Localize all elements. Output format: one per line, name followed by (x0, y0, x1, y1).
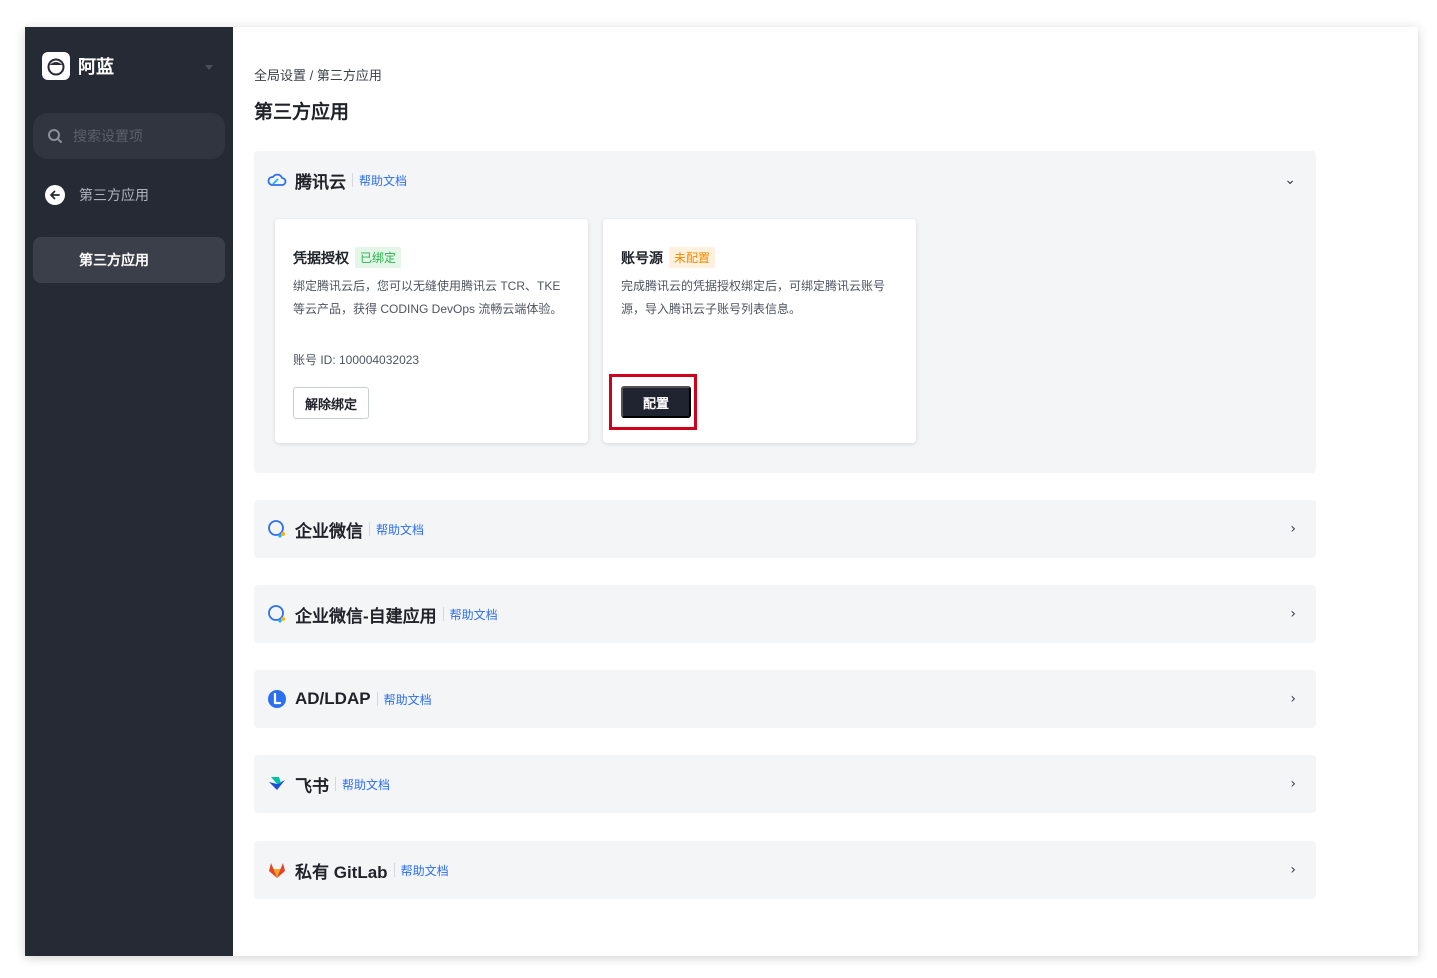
sidebar-item-third-party-apps[interactable]: 第三方应用 (33, 237, 225, 283)
panel-feishu[interactable]: 飞书 帮助文档 › (254, 755, 1316, 813)
unbind-button[interactable]: 解除绑定 (293, 387, 370, 419)
feishu-icon (269, 777, 285, 790)
status-badge: 未配置 (669, 247, 716, 268)
divider (335, 777, 336, 791)
configure-button[interactable]: 配置 (621, 386, 692, 418)
panel-title: 私有 GitLab (295, 862, 388, 882)
card-description: 完成腾讯云的凭据授权绑定后，可绑定腾讯云账号源，导入腾讯云子账号列表信息。 (621, 279, 886, 316)
sidebar: 阿蓝 搜索设置项 第三方应用 第三方应用 (25, 27, 233, 956)
help-doc-link[interactable]: 帮助文档 (384, 691, 432, 708)
chevron-right-icon[interactable]: › (1290, 691, 1296, 707)
chevron-down-icon[interactable]: ⌄ (1284, 172, 1296, 188)
panel-header-gitlab[interactable]: 私有 GitLab 帮助文档 › (254, 841, 1316, 899)
help-doc-link[interactable]: 帮助文档 (401, 862, 449, 879)
panel-tencent-cloud: 腾讯云 帮助文档 ⌄ 凭据授权 已绑定 绑定腾讯云后，您可以无缝使用腾讯云 TC… (254, 151, 1316, 473)
help-doc-link[interactable]: 帮助文档 (450, 606, 498, 623)
status-badge: 已绑定 (355, 247, 402, 268)
card-title: 账号源 (621, 249, 663, 266)
back-arrow-icon (45, 185, 65, 205)
panel-wecom[interactable]: 企业微信 帮助文档 › (254, 500, 1316, 558)
panel-title: 企业微信-自建应用 (295, 606, 437, 626)
panel-gitlab[interactable]: 私有 GitLab 帮助文档 › (254, 841, 1316, 899)
panel-header-tencent-cloud[interactable]: 腾讯云 帮助文档 ⌄ (254, 151, 1316, 209)
panel-title: 企业微信 (295, 521, 363, 541)
divider (369, 522, 370, 536)
panel-wecom-selfbuilt[interactable]: 企业微信-自建应用 帮助文档 › (254, 585, 1316, 643)
team-name: 阿蓝 (78, 57, 114, 77)
panel-header-wecom-selfbuilt[interactable]: 企业微信-自建应用 帮助文档 › (254, 585, 1316, 643)
card-account-source: 账号源 未配置 完成腾讯云的凭据授权绑定后，可绑定腾讯云账号源，导入腾讯云子账号… (603, 219, 916, 443)
help-doc-link[interactable]: 帮助文档 (342, 776, 390, 793)
help-doc-link[interactable]: 帮助文档 (376, 521, 424, 538)
tencent-cloud-icon (267, 173, 287, 186)
chevron-right-icon[interactable]: › (1290, 606, 1296, 622)
page-title: 第三方应用 (254, 102, 350, 123)
card-title: 凭据授权 (293, 249, 349, 266)
team-logo-icon (42, 52, 70, 80)
divider (442, 607, 444, 621)
back-nav[interactable]: 第三方应用 (45, 185, 149, 205)
panel-header-feishu[interactable]: 飞书 帮助文档 › (254, 755, 1316, 813)
panel-ad-ldap[interactable]: AD/LDAP 帮助文档 › (254, 670, 1316, 728)
panel-header-wecom[interactable]: 企业微信 帮助文档 › (254, 500, 1316, 558)
main-content: 全局设置 / 第三方应用 第三方应用 腾讯云 帮助文档 ⌄ 凭据授权 已绑定 绑… (233, 27, 1418, 956)
search-placeholder: 搜索设置项 (73, 128, 143, 144)
team-switch-caret-icon[interactable] (205, 65, 213, 70)
app-window: 阿蓝 搜索设置项 第三方应用 第三方应用 全局设置 / 第三方应用 第三方应用 (25, 27, 1418, 956)
divider (352, 173, 353, 187)
help-doc-link[interactable]: 帮助文档 (359, 172, 407, 189)
gitlab-icon (269, 863, 285, 878)
card-description: 绑定腾讯云后，您可以无缝使用腾讯云 TCR、TKE 等云产品，获得 CODING… (293, 279, 563, 316)
wecom-icon (268, 605, 285, 623)
card-credential-auth: 凭据授权 已绑定 绑定腾讯云后，您可以无缝使用腾讯云 TCR、TKE 等云产品，… (275, 219, 588, 443)
panel-title: 飞书 (295, 776, 329, 796)
account-id: 账号 ID: 100004032023 (293, 353, 420, 367)
ldap-icon (268, 690, 286, 708)
chevron-right-icon[interactable]: › (1290, 521, 1296, 537)
panel-title: AD/LDAP (295, 689, 371, 708)
panel-header-ad-ldap[interactable]: AD/LDAP 帮助文档 › (254, 670, 1316, 728)
card-list: 凭据授权 已绑定 绑定腾讯云后，您可以无缝使用腾讯云 TCR、TKE 等云产品，… (254, 209, 1316, 471)
chevron-right-icon[interactable]: › (1290, 776, 1296, 792)
divider (376, 692, 378, 706)
back-nav-label: 第三方应用 (79, 187, 149, 203)
divider (393, 863, 395, 877)
search-icon (48, 129, 62, 143)
settings-search[interactable]: 搜索设置项 (33, 113, 225, 159)
chevron-right-icon[interactable]: › (1290, 862, 1296, 878)
breadcrumb: 全局设置 / 第三方应用 (254, 68, 382, 83)
brand[interactable]: 阿蓝 (42, 52, 114, 80)
wecom-icon (268, 520, 285, 538)
panel-title: 腾讯云 (295, 172, 346, 192)
